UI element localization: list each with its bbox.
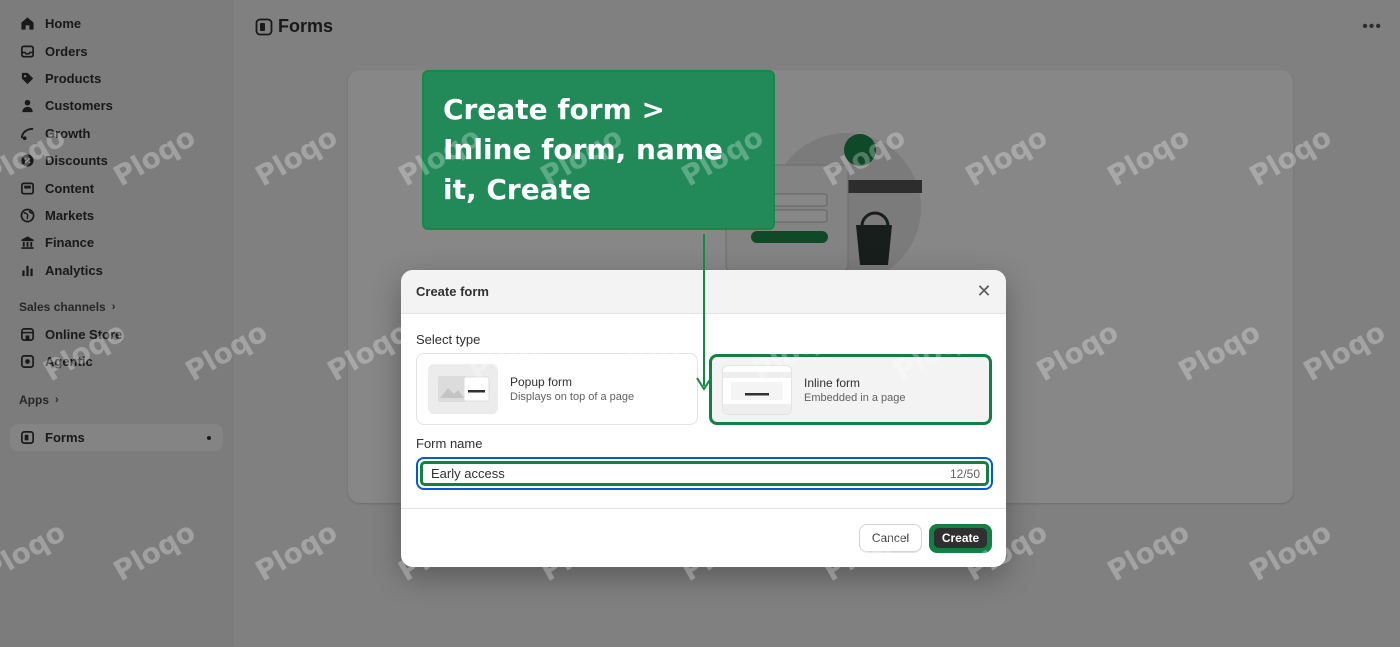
modal-title: Create form: [416, 284, 489, 299]
inline-form-title: Inline form: [804, 375, 861, 390]
popup-form-option[interactable]: Popup form Displays on top of a page: [416, 353, 698, 425]
character-count: 12/50: [949, 466, 980, 481]
cancel-button[interactable]: Cancel: [859, 524, 922, 552]
form-name-input-inner[interactable]: Early access 12/50: [420, 461, 989, 486]
modal-header: Create form ✕: [401, 270, 1006, 314]
form-name-label: Form name: [416, 436, 483, 451]
popup-form-image-icon: [428, 364, 498, 414]
form-name-input[interactable]: Early access 12/50: [416, 457, 993, 490]
inline-form-page-icon: [723, 365, 791, 414]
inline-form-option[interactable]: Inline form Embedded in a page: [709, 354, 992, 425]
popup-form-subtitle: Displays on top of a page: [510, 391, 635, 403]
popup-form-title: Popup form: [510, 375, 573, 389]
inline-form-thumbnail: [722, 364, 792, 415]
select-type-label: Select type: [416, 332, 481, 347]
close-icon[interactable]: ✕: [976, 282, 992, 300]
create-button-highlight: Create: [929, 524, 992, 553]
form-name-value: Early access: [431, 466, 505, 481]
instruction-callout: Create form > Inline form, name it, Crea…: [422, 70, 775, 230]
create-button[interactable]: Create: [934, 528, 987, 548]
popup-form-thumbnail: [428, 364, 498, 414]
create-form-modal: Create form ✕ Select type Popup form Dis…: [401, 270, 1006, 567]
inline-form-subtitle: Embedded in a page: [804, 391, 906, 404]
